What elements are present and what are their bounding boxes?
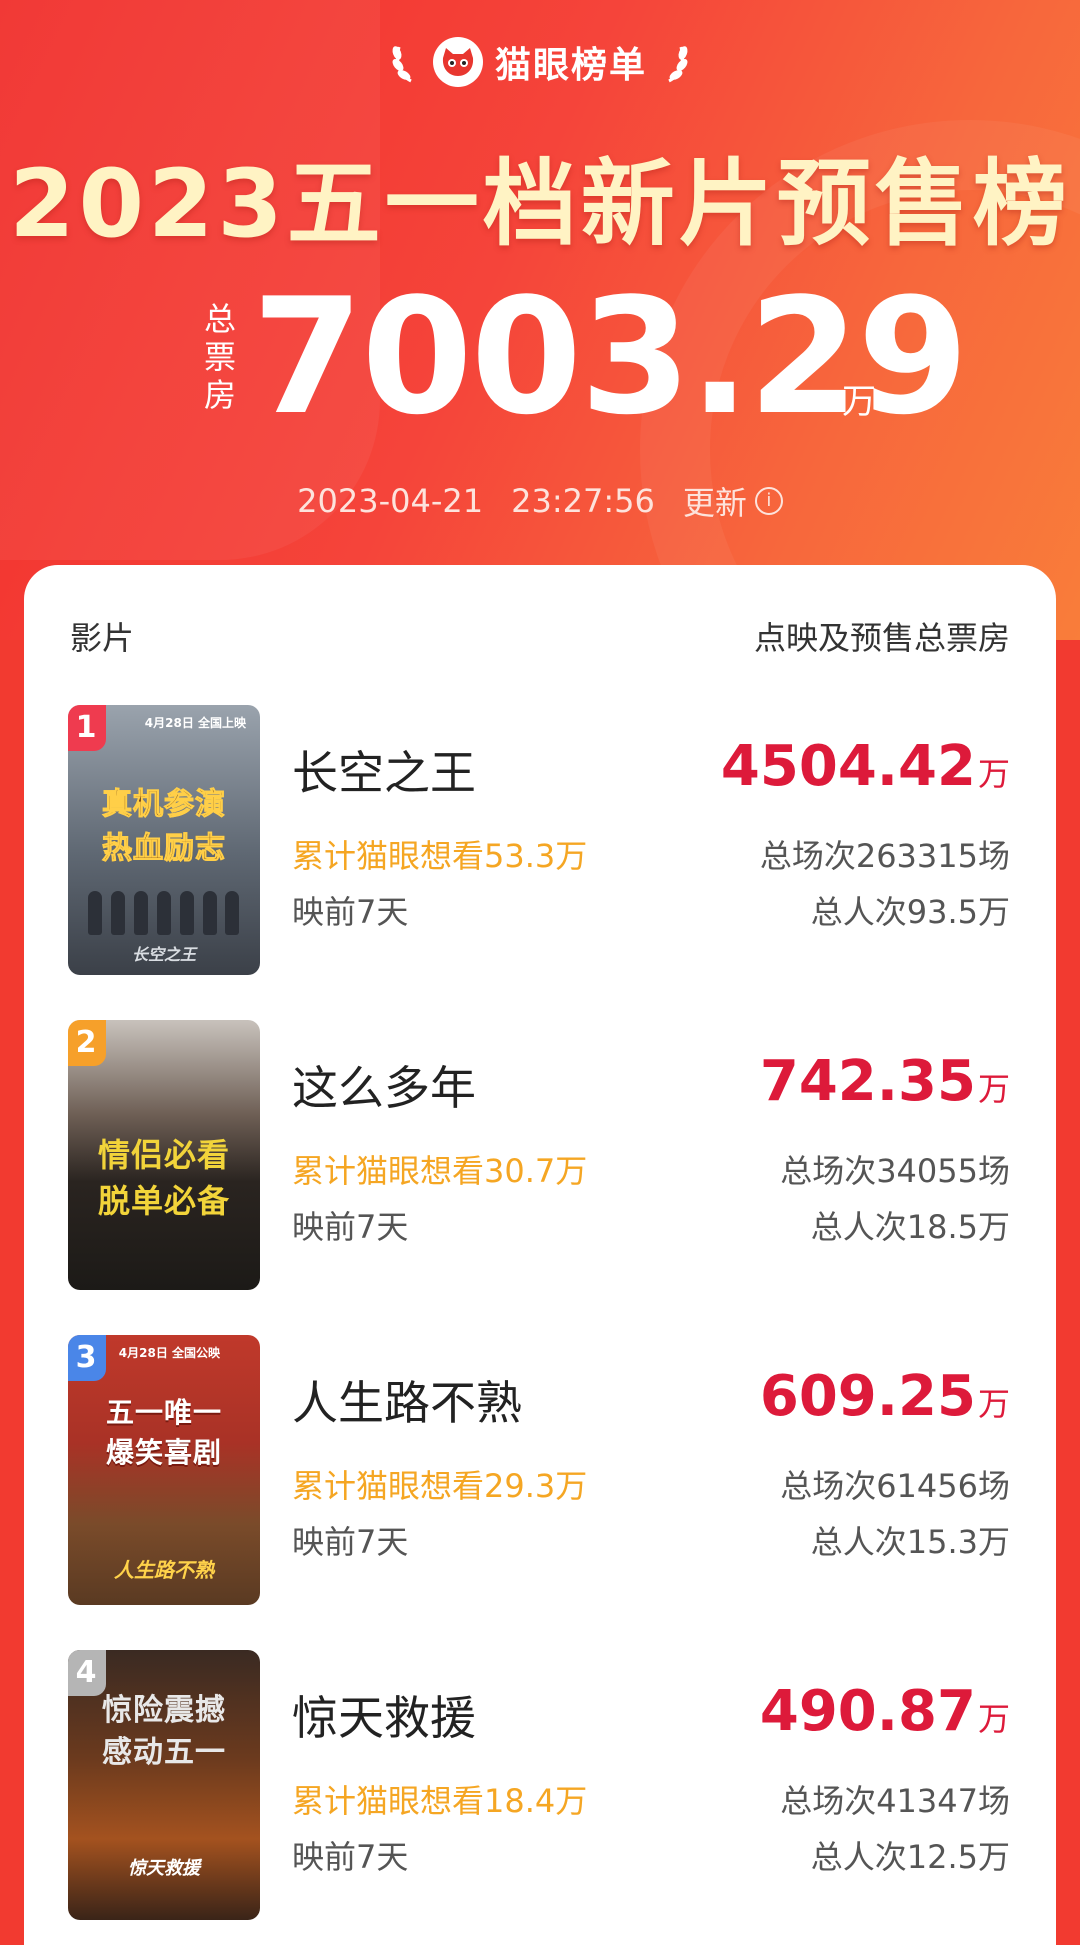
poster-tagline: 五一唯一 爆笑喜剧	[105, 1396, 222, 1469]
total-viewers: 总人次93.5万	[810, 893, 1010, 931]
rank-badge: 1	[68, 705, 106, 751]
movie-title[interactable]: 人生路不熟	[292, 1367, 522, 1433]
update-date: 2023-04-21	[297, 482, 484, 520]
poster-logo: 惊天救援	[128, 1858, 200, 1879]
movie-poster[interactable]: 4 惊险震撼 感动五一 惊天救援	[68, 1650, 260, 1920]
movie-row[interactable]: 4 惊险震撼 感动五一 惊天救援 惊天救援 累计猫眼想看18.4万 映前7天 49…	[24, 1650, 1056, 1920]
page-title: 2023五一档新片预售榜	[9, 150, 1071, 259]
box-office-value: 742.35万	[759, 1049, 1010, 1114]
days-before-release: 映前7天	[292, 1208, 409, 1246]
box-office-value: 609.25万	[759, 1364, 1010, 1429]
days-before-release: 映前7天	[292, 1838, 409, 1876]
box-office-value: 490.87万	[759, 1679, 1010, 1744]
total-shows: 总场次34055场	[780, 1152, 1010, 1190]
poster-release-note: 4月28日 全国上映	[144, 716, 246, 730]
days-before-release: 映前7天	[292, 1523, 409, 1561]
box-office-value: 4504.42万	[720, 734, 1010, 799]
poster-tagline: 真机参演 热血励志	[74, 783, 254, 871]
movie-row[interactable]: 1 4月28日 全国上映 真机参演 热血励志 长空之王 长空之王 累计猫眼想看53…	[24, 705, 1056, 975]
total-shows: 总场次41347场	[780, 1782, 1010, 1820]
want-to-see-count: 累计猫眼想看18.4万	[292, 1782, 588, 1820]
poster-logo: 长空之王	[131, 945, 196, 964]
want-to-see-count: 累计猫眼想看53.3万	[292, 837, 588, 875]
total-shows: 总场次263315场	[759, 837, 1010, 875]
maoyan-cat-logo-icon	[432, 37, 483, 87]
brand-name: 猫眼榜单	[494, 45, 647, 86]
ranking-card: 影片 点映及预售总票房 1 4月28日 全国上映 真机参演 热血励志 长空之王 长…	[24, 565, 1056, 1945]
movie-title[interactable]: 惊天救援	[292, 1682, 476, 1748]
days-before-release: 映前7天	[292, 893, 409, 931]
total-viewers: 总人次18.5万	[810, 1208, 1010, 1246]
total-box-office-label: 总票房	[203, 300, 236, 414]
total-box-office-unit: 万	[842, 382, 876, 422]
update-time: 23:27:56	[511, 482, 655, 520]
laurel-right-icon	[668, 46, 688, 83]
movie-title[interactable]: 长空之王	[292, 737, 476, 803]
total-viewers: 总人次12.5万	[810, 1838, 1010, 1876]
poster-tagline: 情侣必看 脱单必备	[97, 1136, 230, 1220]
movie-title[interactable]: 这么多年	[292, 1052, 476, 1118]
poster-figures	[84, 885, 244, 935]
total-shows: 总场次61456场	[780, 1467, 1010, 1505]
info-icon[interactable]: i	[754, 487, 783, 515]
rank-badge: 3	[68, 1335, 106, 1381]
header-banner: 猫眼榜单 2023五一档新片预售榜 总票房 7003.29 万 2023-04-…	[0, 0, 1080, 640]
movie-poster[interactable]: 2 情侣必看 脱单必备	[68, 1020, 260, 1290]
column-header-film: 影片	[70, 619, 135, 657]
rank-badge: 4	[68, 1650, 106, 1696]
rank-badge: 2	[68, 1020, 106, 1066]
brand-row: 猫眼榜单	[0, 36, 1080, 88]
poster-tagline: 惊险震撼 感动五一	[102, 1693, 226, 1770]
laurel-left-icon	[392, 46, 412, 83]
movie-poster[interactable]: 3 4月28日 全国公映 五一唯一 爆笑喜剧 人生路不熟	[68, 1335, 260, 1605]
total-viewers: 总人次15.3万	[810, 1523, 1010, 1561]
want-to-see-count: 累计猫眼想看30.7万	[292, 1152, 588, 1190]
movie-row[interactable]: 2 情侣必看 脱单必备 这么多年 累计猫眼想看30.7万 映前7天 742.35万…	[24, 1020, 1056, 1290]
movie-row[interactable]: 3 4月28日 全国公映 五一唯一 爆笑喜剧 人生路不熟 人生路不熟 累计猫眼想看…	[24, 1335, 1056, 1605]
want-to-see-count: 累计猫眼想看29.3万	[292, 1467, 588, 1505]
poster-release-note: 4月28日 全国公映	[118, 1346, 220, 1360]
column-header-box-office: 点映及预售总票房	[753, 619, 1010, 657]
update-label: 更新	[682, 484, 747, 522]
update-time-row: 2023-04-21 23:27:56 更新 i	[0, 478, 1080, 524]
movie-poster[interactable]: 1 4月28日 全国上映 真机参演 热血励志 长空之王	[68, 705, 260, 975]
poster-logo: 人生路不熟	[114, 1558, 214, 1582]
